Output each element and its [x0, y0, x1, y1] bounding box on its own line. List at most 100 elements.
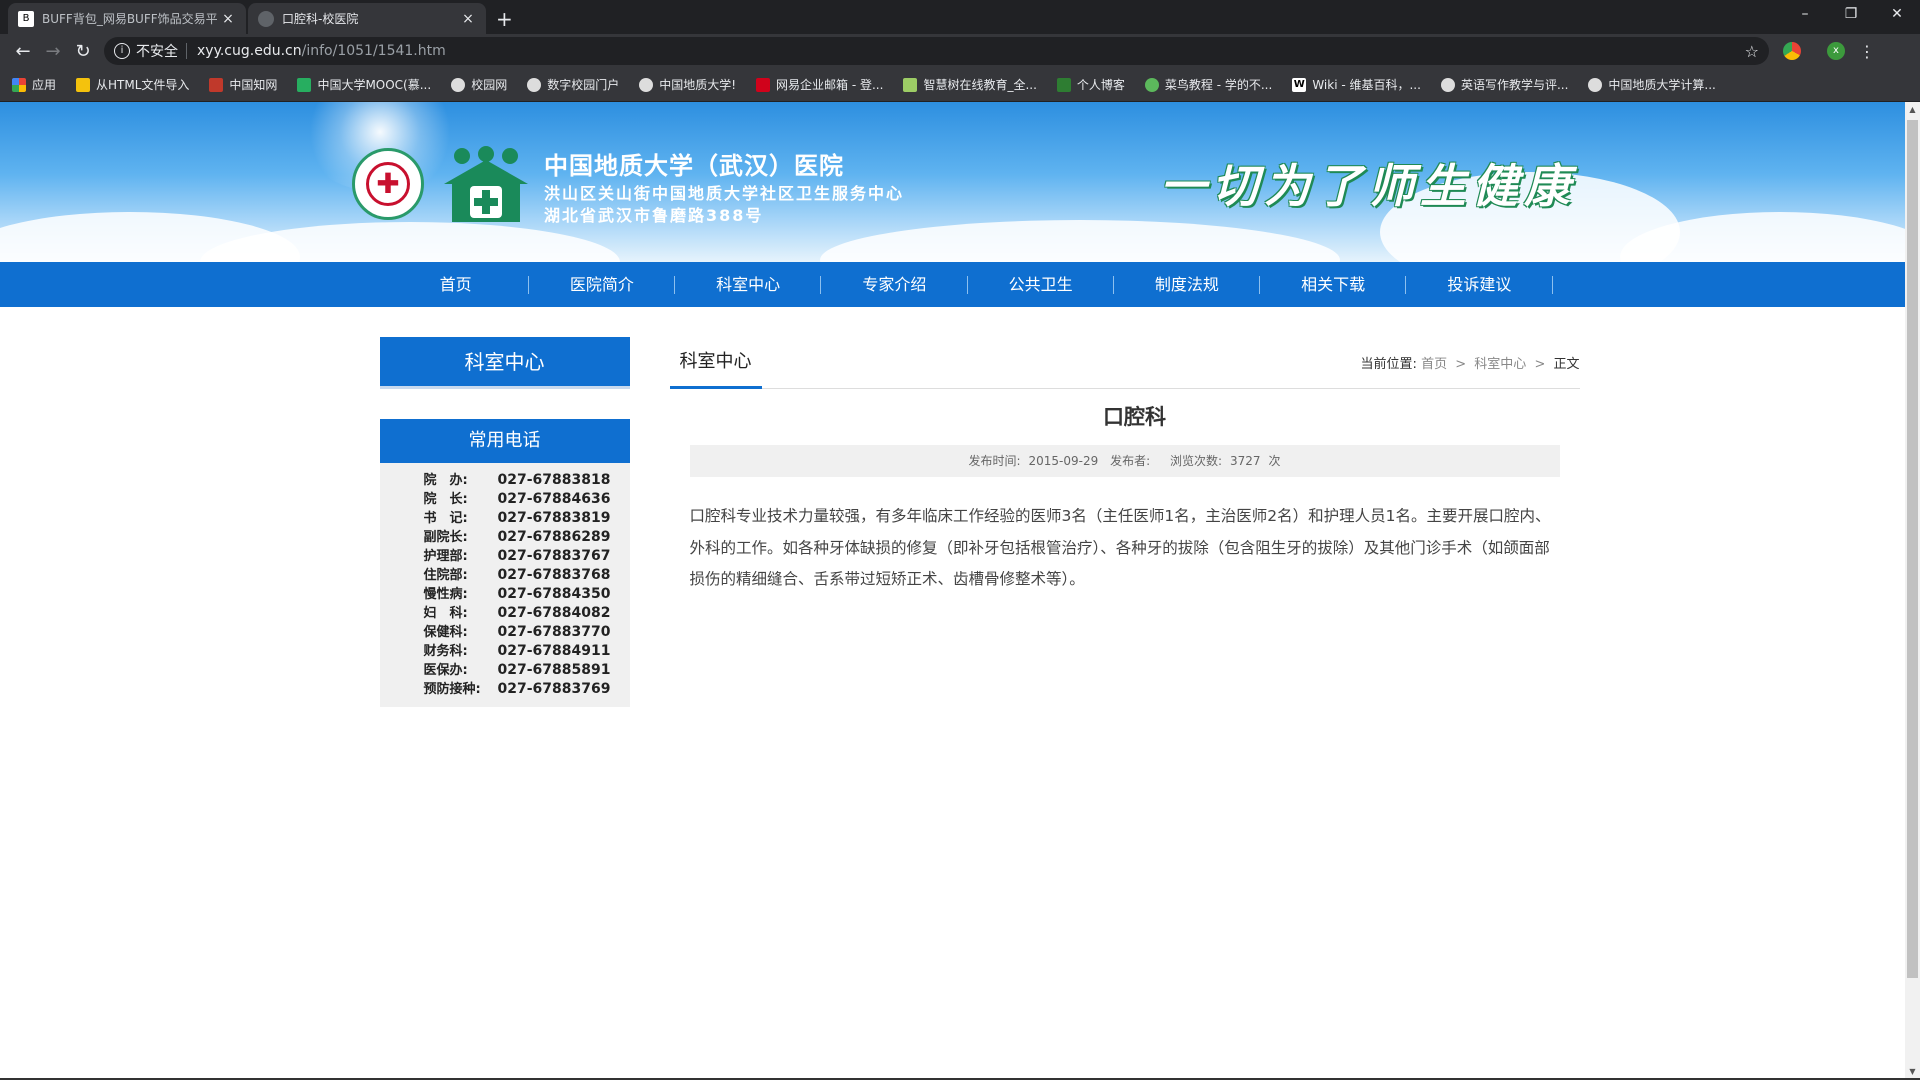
bookmark-campus-net[interactable]: 校园网 — [451, 76, 507, 93]
phone-number: 027-67884911 — [497, 643, 611, 659]
views-label: 浏览次数: — [1169, 454, 1222, 468]
bookmark-label: 从HTML文件导入 — [96, 78, 190, 92]
bookmark-label: 应用 — [32, 78, 57, 92]
folder-icon — [76, 77, 91, 92]
globe-icon — [451, 77, 466, 92]
bookmark-cug[interactable]: 中国地质大学! — [639, 76, 736, 93]
page-viewport: ✚ 中国地质大学（武汉）医院 洪山区关山街中国地质大学社区卫生服务中心 湖北省武… — [0, 102, 1905, 1080]
breadcrumb-current: 正文 — [1553, 357, 1580, 372]
omnibox-divider — [186, 43, 187, 59]
globe-icon — [1588, 77, 1603, 92]
phone-row: 书 记: 027-67883819 — [424, 509, 630, 528]
breadcrumb-section-link[interactable]: 科室中心 — [1474, 357, 1526, 372]
breadcrumb-prefix: 当前位置: — [1360, 357, 1417, 372]
phone-row: 财务科: 027-67884911 — [424, 642, 630, 661]
phone-row: 院 长: 027-67884636 — [424, 490, 630, 509]
bookmark-star-icon[interactable]: ☆ — [1745, 42, 1759, 61]
bookmark-wikipedia[interactable]: W Wiki - 维基百科，... — [1292, 76, 1421, 93]
phone-directory: 常用电话 院 办: 027-67883818 院 长: 027-67884636 书… — [379, 419, 630, 707]
tab-buff[interactable]: B BUFF背包_网易BUFF饰品交易平 × — [8, 3, 246, 34]
phone-label: 副院长: — [423, 530, 468, 545]
bookmark-apps[interactable]: 应用 — [12, 76, 56, 93]
article-meta: 发布时间: 2015-09-29 发布者: 浏览次数: 3727 次 — [689, 445, 1560, 477]
article-title: 口腔科 — [1103, 405, 1166, 429]
nav-hospital-intro[interactable]: 医院简介 — [529, 262, 676, 307]
bookmark-html-import[interactable]: 从HTML文件导入 — [76, 76, 189, 93]
phone-number: 027-67883769 — [497, 681, 611, 697]
bookmark-label: 中国地质大学! — [659, 78, 737, 92]
close-window-button[interactable]: ✕ — [1874, 0, 1920, 28]
hospital-address: 湖北省武汉市鲁磨路388号 — [544, 206, 764, 225]
bookmark-label: 智慧树在线教育_全... — [923, 78, 1037, 92]
scroll-up-arrow-icon[interactable]: ▲ — [1905, 102, 1920, 118]
wikipedia-icon: W — [1292, 77, 1307, 92]
reload-button[interactable]: ↻ — [68, 41, 98, 62]
address-bar[interactable]: i 不安全 xyy.cug.edu.cn /info/1051/1541.htm… — [104, 37, 1769, 65]
breadcrumb-separator: > — [1534, 357, 1546, 372]
tab-kouqiangke[interactable]: 口腔科-校医院 × — [248, 3, 486, 34]
breadcrumb-home-link[interactable]: 首页 — [1421, 357, 1447, 372]
restore-button[interactable]: ❐ — [1828, 0, 1874, 28]
hospital-seal-logo[interactable]: ✚ — [352, 148, 424, 220]
bookmark-label: 中国大学MOOC(慕... — [317, 78, 432, 92]
bookmark-label: Wiki - 维基百科，... — [1312, 78, 1421, 92]
phone-label: 妇 科: — [423, 606, 468, 621]
back-button[interactable]: ← — [8, 41, 38, 62]
profile-avatar[interactable]: x — [1827, 42, 1845, 60]
phone-row: 住院部: 027-67883768 — [424, 566, 630, 585]
publish-label: 发布时间: — [968, 454, 1021, 468]
phone-number: 027-67886289 — [497, 529, 611, 545]
phone-row: 副院长: 027-67886289 — [424, 528, 630, 547]
forward-button[interactable]: → — [38, 41, 68, 62]
minimize-button[interactable]: – — [1782, 0, 1828, 28]
globe-favicon-icon — [258, 10, 274, 27]
bookmark-cug-computing[interactable]: 中国地质大学计算... — [1588, 76, 1716, 93]
close-tab-icon[interactable]: × — [460, 11, 476, 27]
bookmark-runoob[interactable]: 菜鸟教程 - 学的不... — [1144, 76, 1272, 93]
main-navigation: 首页 医院简介 科室中心 专家介绍 公共卫生 制度法规 相关下载 投诉建议 — [0, 262, 1905, 307]
page-content: 科室中心 常用电话 院 办: 027-67883818 院 长: 027-67884… — [353, 307, 1580, 1007]
cloud-decoration — [820, 220, 1340, 262]
phone-list: 院 办: 027-67883818 院 长: 027-67884636 书 记: 02… — [380, 463, 630, 707]
nav-public-health[interactable]: 公共卫生 — [968, 262, 1115, 307]
nav-complaints[interactable]: 投诉建议 — [1406, 262, 1553, 307]
phone-number: 027-67883818 — [497, 472, 611, 488]
phone-label: 财务科: — [423, 644, 468, 659]
globe-icon — [1440, 77, 1455, 92]
phone-label: 医保办: — [423, 663, 468, 678]
browser-toolbar: ← → ↻ i 不安全 xyy.cug.edu.cn /info/1051/15… — [0, 34, 1920, 68]
globe-icon — [639, 77, 654, 92]
phone-directory-title: 常用电话 — [379, 419, 630, 463]
info-icon[interactable]: i — [114, 43, 130, 59]
bookmark-zhihuishu[interactable]: 智慧树在线教育_全... — [903, 76, 1037, 93]
hospital-subtitle: 洪山区关山街中国地质大学社区卫生服务中心 — [544, 184, 905, 203]
bookmark-mooc[interactable]: 中国大学MOOC(慕... — [297, 76, 431, 93]
security-label: 不安全 — [136, 44, 178, 60]
sidebar-section-title[interactable]: 科室中心 — [379, 337, 630, 389]
page-scrollbar[interactable]: ▲ ▼ — [1905, 102, 1920, 1080]
chrome-extension-icon[interactable] — [1783, 42, 1801, 60]
netease-mail-icon — [756, 77, 771, 92]
section-header: 科室中心 当前位置: 首页 > 科室中心 > 正文 — [669, 337, 1580, 389]
nav-downloads[interactable]: 相关下载 — [1260, 262, 1407, 307]
bookmark-digital-campus[interactable]: 数字校园门户 — [527, 76, 619, 93]
bookmark-label: 中国知网 — [229, 78, 278, 92]
bookmark-label: 个人博客 — [1076, 78, 1125, 92]
nav-home[interactable]: 首页 — [383, 262, 530, 307]
bookmark-netease-mail[interactable]: 网易企业邮箱 - 登... — [756, 76, 883, 93]
bookmark-cnki[interactable]: 中国知网 — [209, 76, 277, 93]
nav-departments[interactable]: 科室中心 — [675, 262, 822, 307]
new-tab-button[interactable]: + — [496, 7, 513, 31]
tab-label: 口腔科-校医院 — [282, 12, 359, 26]
nav-experts[interactable]: 专家介绍 — [821, 262, 968, 307]
close-tab-icon[interactable]: × — [220, 11, 236, 27]
menu-kebab-icon[interactable]: ⋮ — [1859, 42, 1875, 61]
article-body: 口腔科专业技术力量较强，有多年临床工作经验的医师3名（主任医师1名，主治医师2名… — [689, 507, 1551, 588]
bookmark-english-writing[interactable]: 英语写作教学与评... — [1440, 76, 1568, 93]
bookmark-blog[interactable]: 个人博客 — [1056, 76, 1125, 93]
scrollbar-thumb[interactable] — [1907, 120, 1918, 978]
nav-regulations[interactable]: 制度法规 — [1114, 262, 1261, 307]
red-cross-icon: ✚ — [376, 167, 400, 200]
views-count: 3727 — [1229, 454, 1261, 468]
apps-grid-icon — [12, 77, 26, 92]
